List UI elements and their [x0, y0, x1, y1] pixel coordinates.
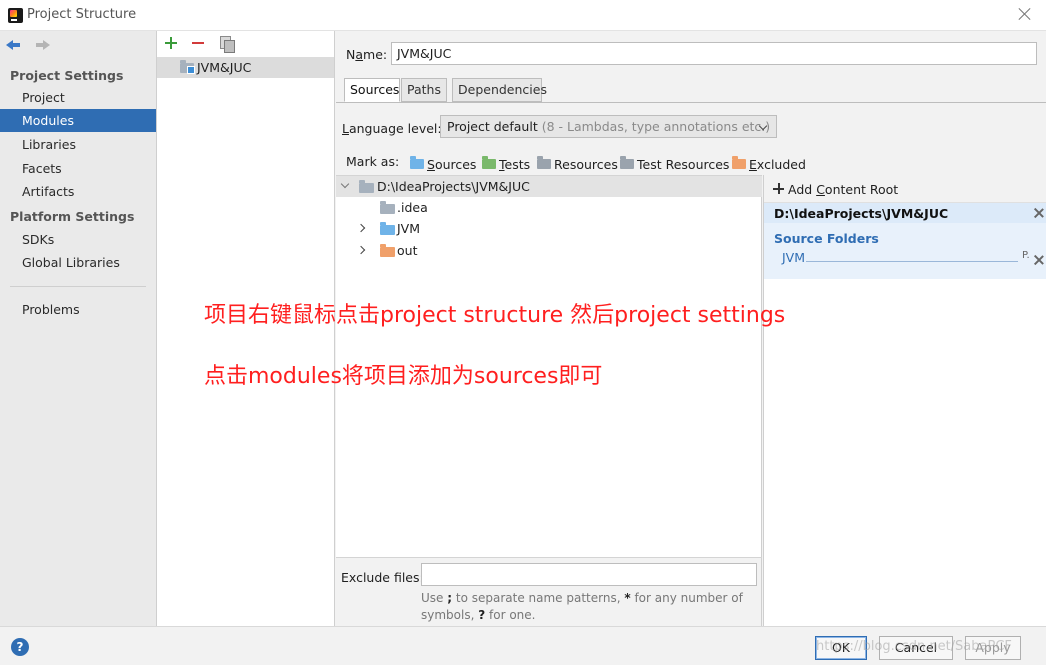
source-folder-icon: [380, 222, 395, 235]
language-level-select[interactable]: Project default (8 - Lambdas, type annot…: [440, 115, 777, 138]
tree-row-out[interactable]: out: [336, 240, 762, 261]
content-root-path: D:\IdeaProjects\JVM&JUC: [774, 206, 949, 221]
sidebar-item-facets[interactable]: Facets: [0, 157, 156, 180]
chevron-down-icon[interactable]: [340, 179, 350, 189]
tab-sources[interactable]: Sources: [344, 78, 400, 102]
module-name-input[interactable]: JVM&JUC: [391, 42, 1037, 65]
package-prefix-icon[interactable]: P.: [1022, 250, 1030, 261]
add-content-root-button[interactable]: Add Content Root: [764, 175, 1046, 203]
module-row[interactable]: JVM&JUC: [157, 57, 334, 78]
content-root-panel: Add Content Root D:\IdeaProjects\JVM&JUC…: [763, 175, 1046, 626]
copy-module-icon[interactable]: [220, 36, 235, 53]
tree-item-label: JVM: [397, 221, 421, 236]
language-level-label: Language level:: [342, 121, 442, 136]
folder-icon: [380, 201, 395, 214]
test-resources-folder-icon: [620, 156, 634, 169]
mark-sources-button[interactable]: Sources: [410, 156, 476, 172]
source-folder-item[interactable]: JVM: [782, 250, 805, 265]
excluded-folder-icon: [732, 156, 746, 169]
module-folder-icon: [180, 60, 195, 74]
source-folder-underline: [806, 261, 1018, 262]
sources-folder-icon: [410, 156, 424, 169]
annotation-line-2: 点击modules将项目添加为sources即可: [204, 364, 603, 389]
tree-item-label: .idea: [397, 200, 428, 215]
sidebar-item-problems[interactable]: Problems: [0, 298, 156, 321]
sidebar-divider: [10, 286, 146, 287]
sidebar-item-artifacts[interactable]: Artifacts: [0, 180, 156, 203]
folder-icon: [359, 180, 374, 193]
title-bar: Project Structure: [0, 0, 1046, 31]
excluded-folder-icon: [380, 244, 395, 257]
mark-as-label: Mark as:: [346, 154, 400, 169]
intellij-idea-icon: [8, 8, 23, 23]
sidebar-item-libraries[interactable]: Libraries: [0, 133, 156, 156]
plus-icon: [773, 183, 784, 194]
name-label: Name:: [346, 47, 388, 62]
exclude-files-label: Exclude files:: [341, 570, 424, 585]
tabs-divider: [336, 102, 1046, 103]
tree-row-jvm[interactable]: JVM: [336, 218, 762, 239]
back-arrow-icon[interactable]: [6, 38, 22, 52]
mark-excluded-button[interactable]: Excluded: [732, 156, 806, 172]
exclude-files-help: Use ; to separate name patterns, * for a…: [421, 591, 743, 622]
content-root-row[interactable]: D:\IdeaProjects\JVM&JUC: [764, 203, 1046, 223]
chevron-right-icon[interactable]: [356, 245, 366, 255]
exclude-files-section: Exclude files: Use ; to separate name pa…: [336, 557, 762, 626]
mark-resources-button[interactable]: Resources: [537, 156, 618, 172]
tab-dependencies[interactable]: Dependencies: [452, 78, 547, 102]
sidebar-item-sdks[interactable]: SDKs: [0, 228, 156, 251]
add-module-icon[interactable]: [165, 37, 177, 49]
close-icon[interactable]: [1016, 5, 1034, 23]
help-icon[interactable]: ?: [11, 638, 29, 656]
chevron-right-icon[interactable]: [356, 223, 366, 233]
forward-arrow-icon[interactable]: [34, 38, 50, 52]
exclude-files-input[interactable]: [421, 563, 757, 586]
remove-source-folder-icon[interactable]: [1034, 255, 1044, 265]
source-folders-label: Source Folders: [774, 231, 879, 246]
tree-row-root[interactable]: D:\IdeaProjects\JVM&JUC: [336, 176, 762, 197]
tests-folder-icon: [482, 156, 496, 169]
language-level-value: Project default: [447, 119, 538, 134]
window-title: Project Structure: [27, 7, 137, 22]
module-toolbar: [157, 31, 335, 57]
resources-folder-icon: [537, 156, 551, 169]
tab-paths[interactable]: Paths: [401, 78, 447, 102]
sidebar-item-global-libraries[interactable]: Global Libraries: [0, 251, 156, 274]
sidebar-item-modules[interactable]: Modules: [0, 109, 156, 132]
remove-module-icon[interactable]: [192, 42, 204, 44]
project-settings-header: Project Settings: [10, 68, 124, 83]
mark-test-resources-button[interactable]: Test Resources: [620, 156, 729, 172]
watermark: https://blog.csdn.net/SabaPCF: [816, 639, 1012, 654]
platform-settings-header: Platform Settings: [10, 209, 135, 224]
settings-sidebar: Project Settings Project Modules Librari…: [0, 31, 157, 626]
annotation-line-1: 项目右键鼠标点击project structure 然后project sett…: [204, 303, 786, 328]
dialog-footer: ? OK Cancel Apply https://blog.csdn.net/…: [0, 626, 1046, 665]
remove-content-root-icon[interactable]: [1034, 208, 1044, 218]
mark-tests-button[interactable]: Tests: [482, 156, 530, 172]
module-name: JVM&JUC: [197, 60, 252, 75]
language-level-hint: (8 - Lambdas, type annotations etc.): [541, 119, 771, 134]
tree-item-label: out: [397, 243, 418, 258]
tree-root-label: D:\IdeaProjects\JVM&JUC: [377, 179, 530, 194]
content-root-section: D:\IdeaProjects\JVM&JUC Source Folders J…: [764, 203, 1046, 279]
sidebar-item-project[interactable]: Project: [0, 86, 156, 109]
tree-row-idea[interactable]: .idea: [336, 197, 762, 218]
